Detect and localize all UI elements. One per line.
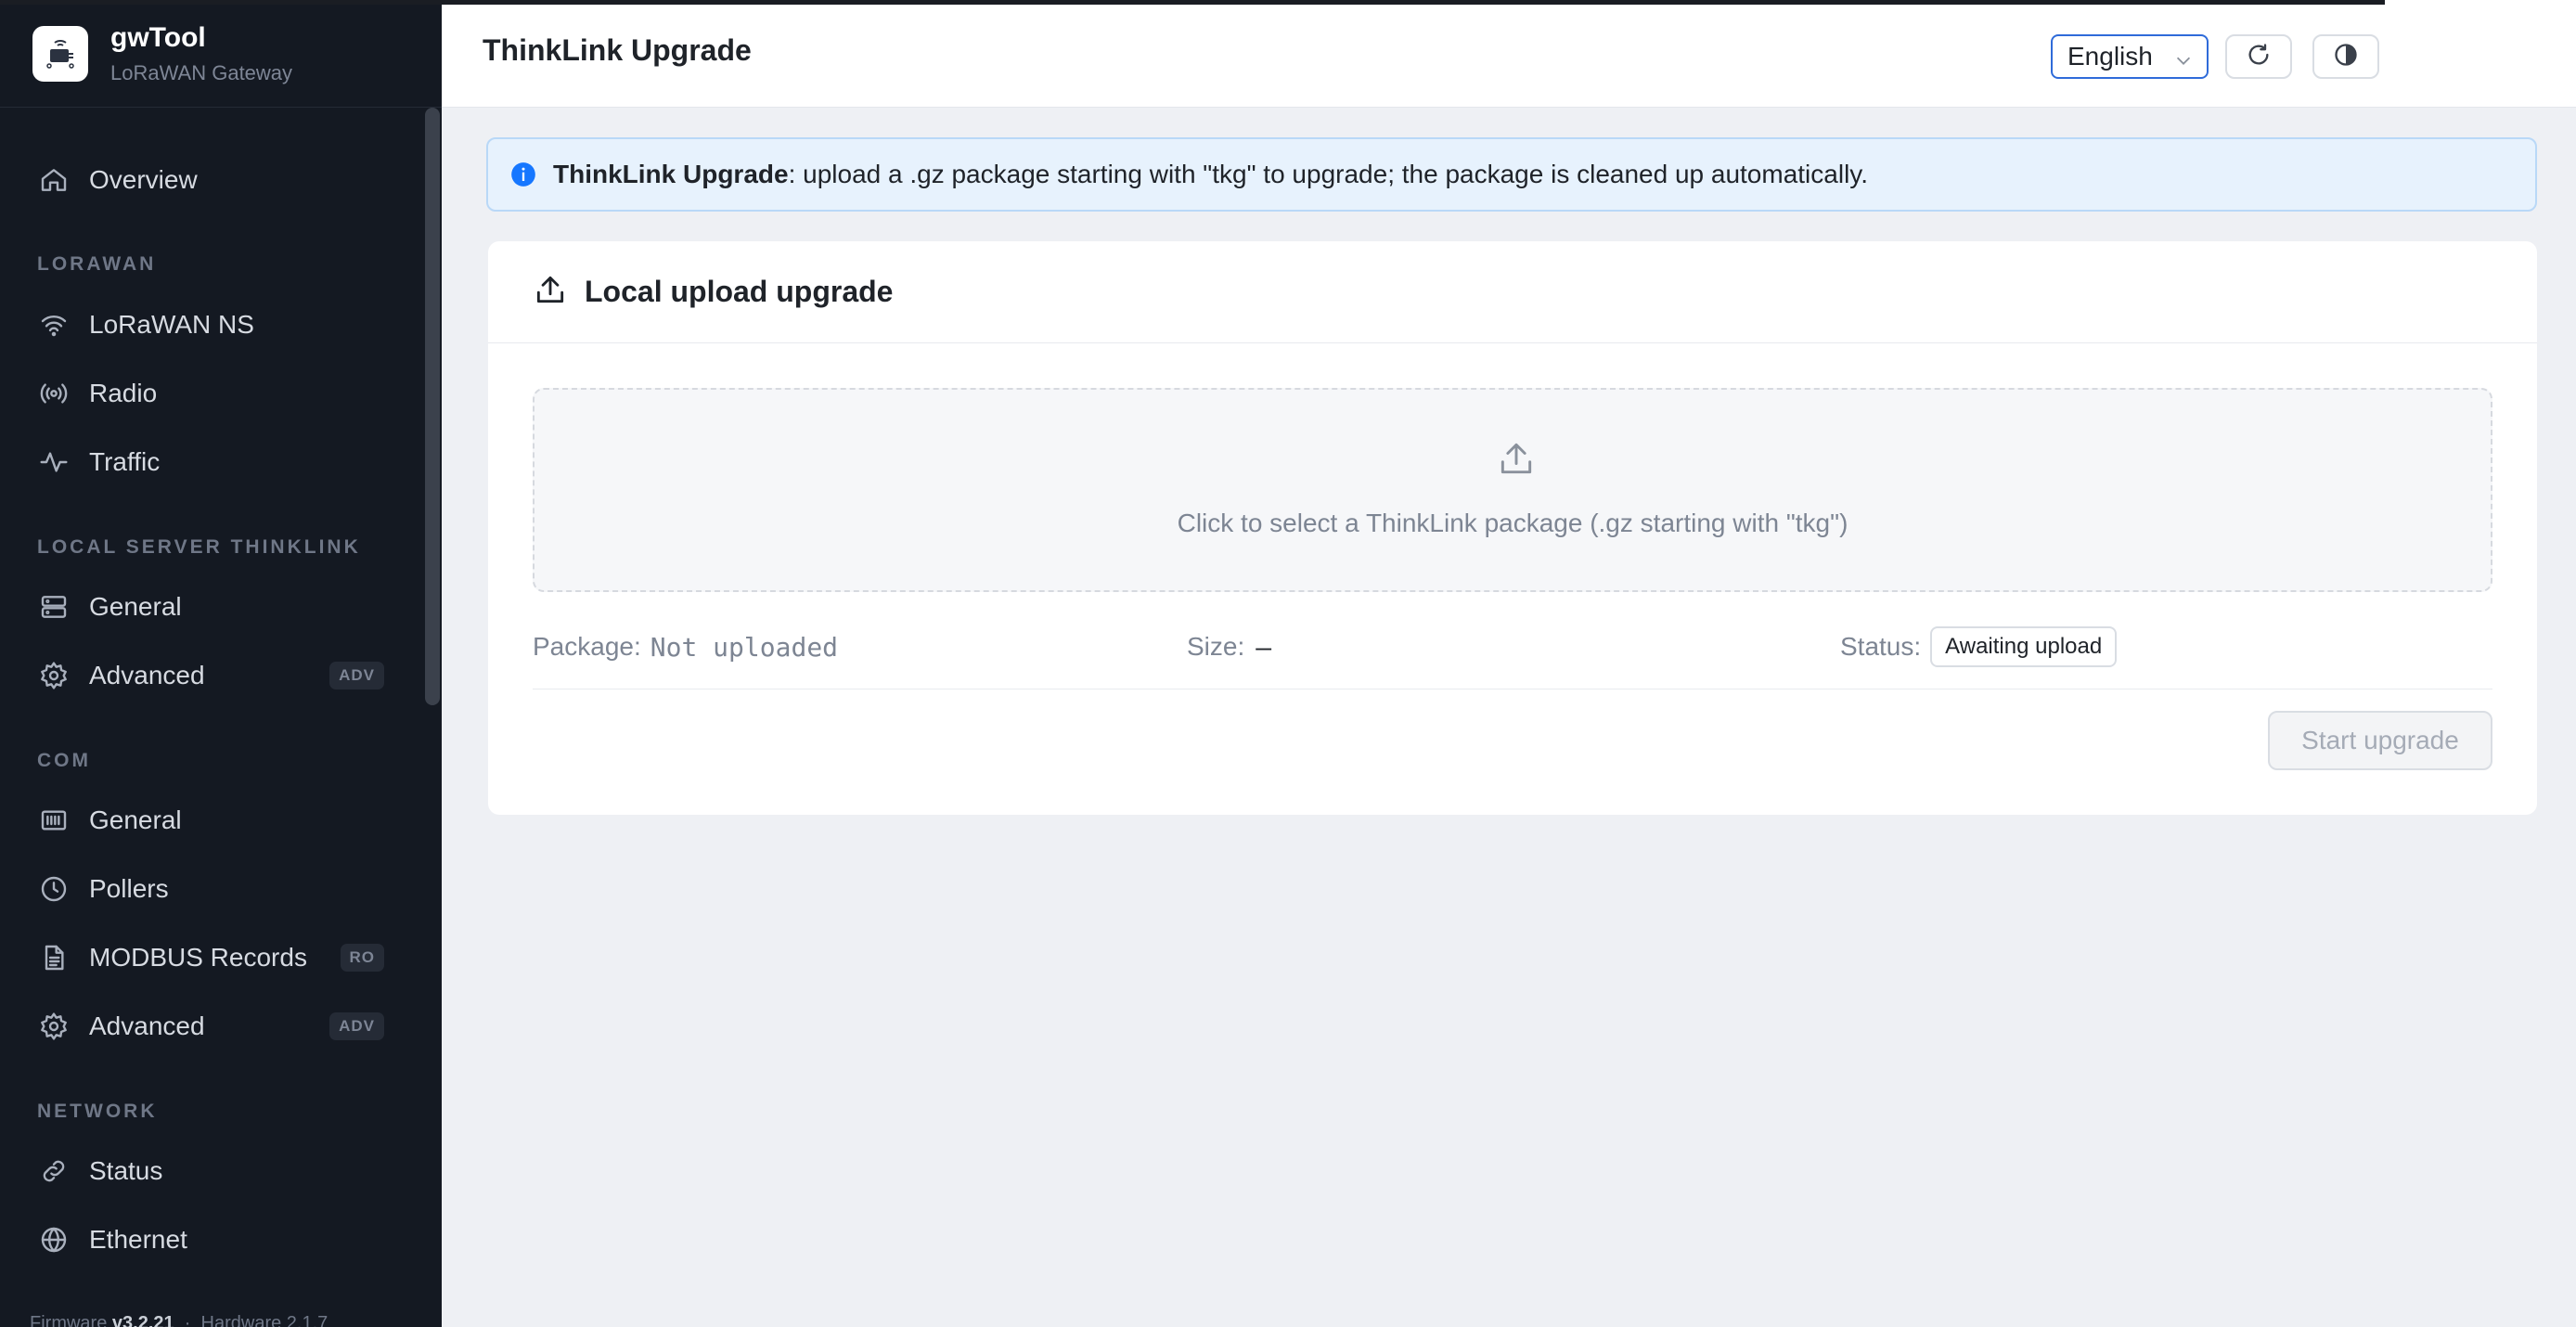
size-label: Size: xyxy=(1187,632,1245,661)
sidebar-item-label: Traffic xyxy=(89,447,161,476)
dropzone-text: Click to select a ThinkLink package (.gz… xyxy=(1177,509,1848,537)
radio-icon xyxy=(37,377,71,410)
package-info-row: Package: Not uploaded Size: — Status: Aw… xyxy=(533,624,2492,670)
sidebar-item-pollers[interactable]: Pollers xyxy=(37,865,390,913)
start-upgrade-button[interactable]: Start upgrade xyxy=(2268,711,2492,770)
adv-badge: ADV xyxy=(329,1012,384,1040)
wifi-icon xyxy=(37,308,71,341)
server-icon xyxy=(37,590,71,624)
section-title-com: COM xyxy=(37,750,91,771)
refresh-button[interactable] xyxy=(2225,34,2292,79)
panel-icon xyxy=(37,804,71,837)
sidebar-item-label: MODBUS Records xyxy=(89,943,307,972)
sidebar-item-label: Pollers xyxy=(89,874,169,903)
sidebar-item-label: General xyxy=(89,805,182,834)
package-field: Package: Not uploaded xyxy=(533,624,838,670)
card-header: Local upload upgrade xyxy=(488,241,2537,343)
card-title: Local upload upgrade xyxy=(585,275,894,308)
page-header: ThinkLink Upgrade English xyxy=(442,0,2576,108)
clock-icon xyxy=(37,872,71,906)
language-select[interactable]: English xyxy=(2051,34,2209,79)
sidebar-scrollbar[interactable] xyxy=(425,108,440,705)
globe-icon xyxy=(37,1223,71,1256)
top-progress-line xyxy=(0,0,2385,5)
section-title-lorawan: LORAWAN xyxy=(37,253,157,275)
brand-subtitle: LoRaWAN Gateway xyxy=(110,60,293,84)
refresh-icon xyxy=(2246,42,2272,72)
brand-name: gwTool xyxy=(110,21,206,53)
status-badge: Awaiting upload xyxy=(1930,626,2118,667)
sidebar-item-label: Overview xyxy=(89,165,198,194)
upload-card: Local upload upgrade Click to select a T… xyxy=(488,241,2537,815)
sidebar-item-status[interactable]: Status xyxy=(37,1147,390,1195)
file-dropzone[interactable]: Click to select a ThinkLink package (.gz… xyxy=(533,388,2492,592)
sidebar-item-label: Advanced xyxy=(89,661,205,689)
sidebar-item-local-advanced[interactable]: Advanced ADV xyxy=(37,651,390,700)
sidebar-item-label: Ethernet xyxy=(89,1225,187,1254)
adv-badge: ADV xyxy=(329,662,384,689)
sidebar-item-label: General xyxy=(89,592,182,621)
package-value: Not uploaded xyxy=(650,631,839,663)
sidebar-item-radio[interactable]: Radio xyxy=(37,369,390,418)
sidebar-item-local-general[interactable]: General xyxy=(37,583,390,631)
upload-icon xyxy=(533,272,568,307)
sidebar-footer: Firmware v3.2.21 · Hardware 2.1.7 xyxy=(30,1313,328,1327)
status-field: Status: Awaiting upload xyxy=(1840,624,2118,670)
sidebar-item-ethernet[interactable]: Ethernet xyxy=(37,1216,390,1264)
link-icon xyxy=(37,1154,71,1188)
info-icon xyxy=(510,161,536,187)
alert-title: ThinkLink Upgrade xyxy=(553,160,789,188)
sidebar-item-lorawan-ns[interactable]: LoRaWAN NS xyxy=(37,301,390,349)
alert-message: : upload a .gz package starting with "tk… xyxy=(788,160,1868,188)
language-value: English xyxy=(2067,42,2153,71)
ro-badge: RO xyxy=(340,944,384,972)
size-value: — xyxy=(1256,631,1272,663)
sidebar-item-modbus-records[interactable]: MODBUS Records RO xyxy=(37,934,390,982)
gateway-logo-icon xyxy=(32,25,88,82)
chevron-down-icon xyxy=(2173,47,2194,77)
info-alert: ThinkLink Upgrade: upload a .gz package … xyxy=(486,137,2537,212)
sidebar-item-label: Status xyxy=(89,1156,163,1185)
sidebar: gwTool LoRaWAN Gateway Overview LORAWAN … xyxy=(0,0,442,1327)
page-title: ThinkLink Upgrade xyxy=(483,33,752,67)
hardware-version: 2.1.7 xyxy=(286,1313,328,1327)
firmware-label: Firmware xyxy=(30,1313,108,1327)
hardware-label: Hardware xyxy=(200,1313,282,1327)
section-title-local-server: LOCAL SERVER THINKLINK xyxy=(37,536,361,558)
contrast-icon xyxy=(2333,42,2359,72)
sidebar-item-traffic[interactable]: Traffic xyxy=(37,438,390,486)
gear-icon xyxy=(37,1010,71,1043)
activity-icon xyxy=(37,445,71,479)
sidebar-item-com-advanced[interactable]: Advanced ADV xyxy=(37,1002,390,1050)
gear-icon xyxy=(37,659,71,692)
sidebar-item-label: Radio xyxy=(89,379,158,407)
section-title-network: NETWORK xyxy=(37,1101,158,1122)
home-icon xyxy=(37,163,71,197)
sidebar-item-com-general[interactable]: General xyxy=(37,796,390,844)
upload-icon xyxy=(1496,438,1537,479)
brand[interactable]: gwTool LoRaWAN Gateway xyxy=(0,0,442,108)
package-label: Package: xyxy=(533,632,641,661)
size-field: Size: — xyxy=(1187,624,1271,670)
status-label: Status: xyxy=(1840,632,1922,661)
document-icon xyxy=(37,941,71,974)
sidebar-item-label: LoRaWAN NS xyxy=(89,310,254,339)
sidebar-item-overview[interactable]: Overview xyxy=(37,156,390,204)
sidebar-item-label: Advanced xyxy=(89,1011,205,1040)
theme-toggle-button[interactable] xyxy=(2312,34,2379,79)
firmware-version: v3.2.21 xyxy=(111,1313,174,1327)
